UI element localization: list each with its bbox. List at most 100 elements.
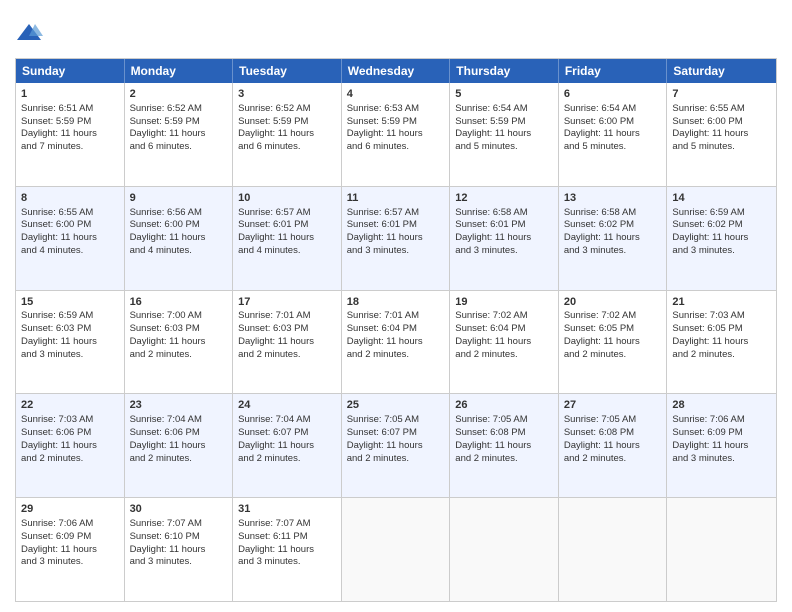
header-day-saturday: Saturday xyxy=(667,59,776,83)
day-info-line: Daylight: 11 hours xyxy=(130,440,228,453)
day-info-line: Daylight: 11 hours xyxy=(238,544,336,557)
day-info-line: and 2 minutes. xyxy=(455,453,553,466)
day-number: 22 xyxy=(21,398,119,413)
day-info-line: Sunset: 6:02 PM xyxy=(564,219,662,232)
calendar-header: SundayMondayTuesdayWednesdayThursdayFrid… xyxy=(16,59,776,83)
day-info-line: Daylight: 11 hours xyxy=(564,440,662,453)
day-info-line: Daylight: 11 hours xyxy=(564,232,662,245)
day-info-line: Daylight: 11 hours xyxy=(455,440,553,453)
day-info-line: Sunset: 5:59 PM xyxy=(21,116,119,129)
day-info-line: and 3 minutes. xyxy=(455,245,553,258)
day-info-line: Sunset: 6:11 PM xyxy=(238,531,336,544)
calendar-cell-day-13: 13Sunrise: 6:58 AMSunset: 6:02 PMDayligh… xyxy=(559,187,668,290)
day-info-line: Sunrise: 6:53 AM xyxy=(347,103,445,116)
day-info-line: Daylight: 11 hours xyxy=(347,232,445,245)
day-number: 8 xyxy=(21,191,119,206)
day-number: 6 xyxy=(564,87,662,102)
day-info-line: Daylight: 11 hours xyxy=(347,336,445,349)
day-info-line: Sunset: 6:04 PM xyxy=(455,323,553,336)
day-info-line: Sunset: 6:07 PM xyxy=(238,427,336,440)
day-info-line: Sunset: 5:59 PM xyxy=(130,116,228,129)
calendar-cell-day-31: 31Sunrise: 7:07 AMSunset: 6:11 PMDayligh… xyxy=(233,498,342,601)
day-info-line: Sunset: 6:05 PM xyxy=(672,323,771,336)
day-info-line: Daylight: 11 hours xyxy=(130,544,228,557)
day-info-line: Sunrise: 6:55 AM xyxy=(21,207,119,220)
day-number: 14 xyxy=(672,191,771,206)
calendar-cell-day-30: 30Sunrise: 7:07 AMSunset: 6:10 PMDayligh… xyxy=(125,498,234,601)
day-number: 19 xyxy=(455,295,553,310)
calendar-row-4: 22Sunrise: 7:03 AMSunset: 6:06 PMDayligh… xyxy=(16,394,776,498)
calendar-cell-day-8: 8Sunrise: 6:55 AMSunset: 6:00 PMDaylight… xyxy=(16,187,125,290)
day-info-line: Sunset: 6:08 PM xyxy=(564,427,662,440)
day-info-line: Sunset: 6:02 PM xyxy=(672,219,771,232)
day-info-line: Sunset: 6:00 PM xyxy=(21,219,119,232)
day-info-line: and 2 minutes. xyxy=(130,453,228,466)
calendar-cell-day-24: 24Sunrise: 7:04 AMSunset: 6:07 PMDayligh… xyxy=(233,394,342,497)
day-number: 17 xyxy=(238,295,336,310)
day-info-line: Sunset: 6:01 PM xyxy=(238,219,336,232)
day-info-line: Sunset: 6:06 PM xyxy=(130,427,228,440)
calendar-row-1: 1Sunrise: 6:51 AMSunset: 5:59 PMDaylight… xyxy=(16,83,776,187)
calendar-cell-empty xyxy=(450,498,559,601)
logo xyxy=(15,20,47,48)
day-number: 18 xyxy=(347,295,445,310)
calendar-row-5: 29Sunrise: 7:06 AMSunset: 6:09 PMDayligh… xyxy=(16,498,776,601)
day-info-line: Sunset: 6:09 PM xyxy=(21,531,119,544)
day-info-line: and 4 minutes. xyxy=(21,245,119,258)
day-info-line: Sunset: 6:06 PM xyxy=(21,427,119,440)
day-info-line: Sunrise: 7:03 AM xyxy=(21,414,119,427)
day-info-line: Sunrise: 6:52 AM xyxy=(238,103,336,116)
day-info-line: and 2 minutes. xyxy=(347,453,445,466)
day-info-line: Sunset: 5:59 PM xyxy=(347,116,445,129)
calendar-cell-day-25: 25Sunrise: 7:05 AMSunset: 6:07 PMDayligh… xyxy=(342,394,451,497)
day-info-line: Sunrise: 7:05 AM xyxy=(564,414,662,427)
calendar-cell-day-3: 3Sunrise: 6:52 AMSunset: 5:59 PMDaylight… xyxy=(233,83,342,186)
calendar-cell-day-10: 10Sunrise: 6:57 AMSunset: 6:01 PMDayligh… xyxy=(233,187,342,290)
day-info-line: Sunrise: 6:57 AM xyxy=(238,207,336,220)
day-info-line: and 4 minutes. xyxy=(238,245,336,258)
day-info-line: and 3 minutes. xyxy=(238,556,336,569)
day-info-line: Daylight: 11 hours xyxy=(672,336,771,349)
day-info-line: Sunrise: 6:56 AM xyxy=(130,207,228,220)
day-info-line: and 2 minutes. xyxy=(672,349,771,362)
day-info-line: and 2 minutes. xyxy=(130,349,228,362)
day-info-line: Sunrise: 7:01 AM xyxy=(347,310,445,323)
day-info-line: and 2 minutes. xyxy=(564,453,662,466)
calendar-cell-day-28: 28Sunrise: 7:06 AMSunset: 6:09 PMDayligh… xyxy=(667,394,776,497)
day-info-line: and 3 minutes. xyxy=(347,245,445,258)
calendar-cell-day-12: 12Sunrise: 6:58 AMSunset: 6:01 PMDayligh… xyxy=(450,187,559,290)
calendar: SundayMondayTuesdayWednesdayThursdayFrid… xyxy=(15,58,777,602)
calendar-cell-empty xyxy=(559,498,668,601)
calendar-cell-day-22: 22Sunrise: 7:03 AMSunset: 6:06 PMDayligh… xyxy=(16,394,125,497)
day-number: 16 xyxy=(130,295,228,310)
day-info-line: Sunrise: 7:05 AM xyxy=(455,414,553,427)
calendar-cell-day-18: 18Sunrise: 7:01 AMSunset: 6:04 PMDayligh… xyxy=(342,291,451,394)
day-info-line: and 3 minutes. xyxy=(21,556,119,569)
day-info-line: Sunrise: 7:04 AM xyxy=(130,414,228,427)
calendar-cell-day-9: 9Sunrise: 6:56 AMSunset: 6:00 PMDaylight… xyxy=(125,187,234,290)
day-number: 9 xyxy=(130,191,228,206)
day-number: 11 xyxy=(347,191,445,206)
day-number: 25 xyxy=(347,398,445,413)
calendar-cell-day-5: 5Sunrise: 6:54 AMSunset: 5:59 PMDaylight… xyxy=(450,83,559,186)
header-day-wednesday: Wednesday xyxy=(342,59,451,83)
day-info-line: and 3 minutes. xyxy=(564,245,662,258)
day-info-line: and 2 minutes. xyxy=(238,453,336,466)
day-info-line: and 4 minutes. xyxy=(130,245,228,258)
day-info-line: Sunset: 6:03 PM xyxy=(21,323,119,336)
day-info-line: and 2 minutes. xyxy=(238,349,336,362)
day-info-line: Daylight: 11 hours xyxy=(455,232,553,245)
day-info-line: Sunset: 5:59 PM xyxy=(238,116,336,129)
day-number: 28 xyxy=(672,398,771,413)
header-day-sunday: Sunday xyxy=(16,59,125,83)
day-info-line: Daylight: 11 hours xyxy=(238,336,336,349)
calendar-body: 1Sunrise: 6:51 AMSunset: 5:59 PMDaylight… xyxy=(16,83,776,601)
header-day-monday: Monday xyxy=(125,59,234,83)
page: SundayMondayTuesdayWednesdayThursdayFrid… xyxy=(0,0,792,612)
day-info-line: and 2 minutes. xyxy=(455,349,553,362)
header-day-tuesday: Tuesday xyxy=(233,59,342,83)
header xyxy=(15,15,777,48)
day-info-line: Sunset: 6:10 PM xyxy=(130,531,228,544)
day-info-line: and 5 minutes. xyxy=(455,141,553,154)
day-info-line: Sunrise: 7:06 AM xyxy=(21,518,119,531)
